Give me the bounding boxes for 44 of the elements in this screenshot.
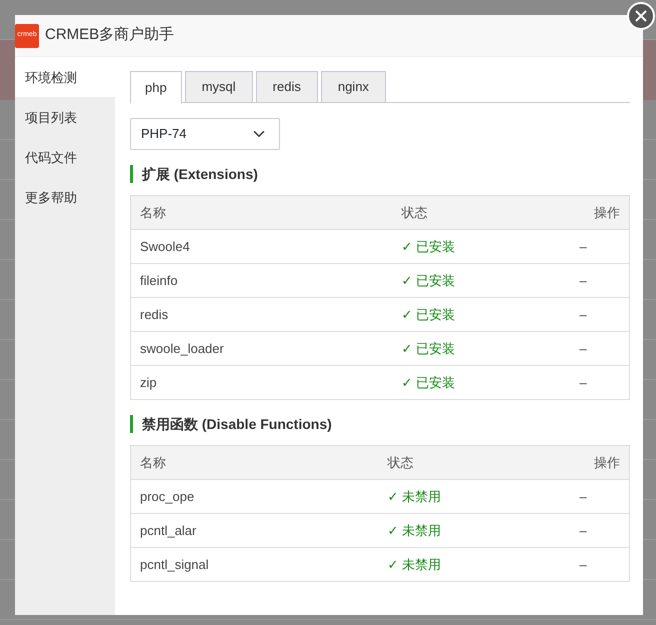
- sidebar-item[interactable]: 更多帮助: [15, 177, 115, 217]
- table-cell: –: [570, 332, 630, 366]
- table-cell: –: [570, 230, 630, 264]
- table-cell: pcntl_signal: [130, 548, 378, 582]
- table-cell: –: [570, 366, 630, 400]
- column-header: 状态: [378, 446, 570, 480]
- column-header: 名称: [130, 446, 378, 480]
- tab[interactable]: nginx: [320, 71, 386, 103]
- version-select[interactable]: PHP-74: [130, 118, 280, 150]
- status-cell: ✓ 已安装: [392, 332, 570, 366]
- status-cell: ✓ 已安装: [392, 366, 570, 400]
- column-header: 操作: [570, 196, 630, 230]
- close-button[interactable]: [627, 2, 655, 30]
- status-cell: ✓ 未禁用: [378, 480, 570, 514]
- section-title: 禁用函数 (Disable Functions): [130, 415, 630, 433]
- sidebar-item[interactable]: 代码文件: [15, 137, 115, 177]
- status-cell: ✓ 未禁用: [378, 514, 570, 548]
- table-cell: fileinfo: [130, 264, 392, 298]
- table-cell: –: [570, 480, 630, 514]
- table-cell: pcntl_alar: [130, 514, 378, 548]
- column-header: 状态: [392, 196, 570, 230]
- window-title: CRMEB多商户助手: [45, 25, 174, 46]
- status-cell: ✓ 已安装: [392, 264, 570, 298]
- tab[interactable]: redis: [256, 71, 318, 103]
- column-header: 名称: [130, 196, 392, 230]
- tab[interactable]: php: [130, 71, 182, 104]
- table-cell: swoole_loader: [130, 332, 392, 366]
- column-header: 操作: [570, 446, 630, 480]
- table-cell: –: [570, 548, 630, 582]
- table-cell: proc_ope: [130, 480, 378, 514]
- table-cell: –: [570, 264, 630, 298]
- status-cell: ✓ 已安装: [392, 230, 570, 264]
- section-title: 扩展 (Extensions): [130, 165, 630, 183]
- tab[interactable]: mysql: [184, 71, 253, 103]
- sidebar-item[interactable]: 环境检测: [15, 57, 115, 97]
- sidebar-item[interactable]: 项目列表: [15, 97, 115, 137]
- status-cell: ✓ 已安装: [392, 298, 570, 332]
- table-cell: redis: [130, 298, 392, 332]
- close-icon: [634, 9, 648, 23]
- table-cell: zip: [130, 366, 392, 400]
- table-cell: –: [570, 514, 630, 548]
- status-cell: ✓ 未禁用: [378, 548, 570, 582]
- table-cell: –: [570, 298, 630, 332]
- table-cell: Swoole4: [130, 230, 392, 264]
